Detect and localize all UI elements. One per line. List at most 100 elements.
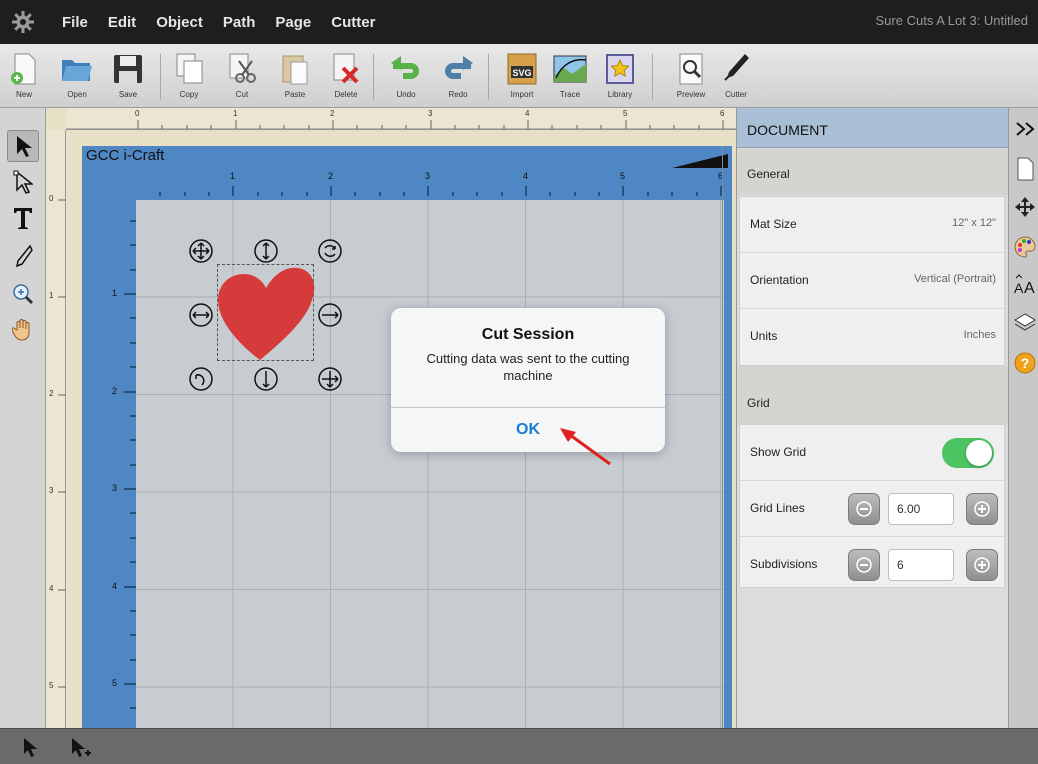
ruler-label: 2	[49, 389, 54, 398]
minus-icon	[856, 557, 872, 573]
menu-edit[interactable]: Edit	[108, 14, 136, 31]
redo-arrow-icon	[440, 50, 476, 88]
redo-button[interactable]: Redo	[436, 50, 480, 106]
hand-pan-icon[interactable]	[7, 314, 39, 346]
open-label: Open	[67, 90, 87, 99]
cut-button[interactable]: Cut	[220, 50, 264, 106]
delete-button[interactable]: Delete	[324, 50, 368, 106]
orientation-row[interactable]: Orientation Vertical (Portrait)	[740, 253, 1006, 309]
heart-shape[interactable]	[214, 262, 318, 366]
scale-all-handle-icon[interactable]	[317, 366, 343, 392]
scissors-icon	[224, 50, 260, 88]
mat-ruler-label: 2	[112, 386, 118, 396]
ruler-label: 5	[623, 109, 628, 118]
units-row[interactable]: Units Inches	[740, 309, 1006, 365]
scale-horizontal-handle-icon[interactable]	[188, 302, 214, 328]
grid-lines-row: Grid Lines 6.00	[740, 481, 1006, 537]
mat-orientation-marker	[672, 154, 728, 168]
subdivisions-decrement-button[interactable]	[848, 549, 880, 581]
trace-label: Trace	[559, 90, 581, 99]
plus-icon	[974, 501, 990, 517]
bottom-toolbar	[0, 728, 1038, 764]
ruler-label: 4	[525, 109, 530, 118]
preview-button[interactable]: Preview	[669, 50, 713, 106]
app-title: Sure Cuts A Lot 3: Untitled	[875, 13, 1028, 28]
menu-path[interactable]: Path	[223, 14, 256, 31]
select-arrow-icon[interactable]	[18, 735, 42, 759]
cut-label: Cut	[235, 90, 249, 99]
subdivisions-row: Subdivisions 6	[740, 537, 1006, 593]
panel-icon-strip: AA ?	[1008, 108, 1038, 728]
scale-right-handle-icon[interactable]	[317, 302, 343, 328]
general-label: General	[747, 167, 790, 181]
subdivisions-increment-button[interactable]	[966, 549, 998, 581]
cut-session-dialog: Cut Session Cutting data was sent to the…	[391, 308, 665, 452]
text-tool-icon[interactable]	[7, 202, 39, 234]
grid-lines-input[interactable]: 6.00	[888, 493, 954, 525]
subdivisions-label: Subdivisions	[750, 557, 818, 571]
mat-ruler-label: 2	[328, 171, 334, 181]
color-palette-icon[interactable]	[1012, 232, 1038, 262]
ruler-label: 0	[49, 194, 54, 203]
trace-button[interactable]: Trace	[548, 50, 592, 106]
knife-cutter-icon	[718, 50, 754, 88]
move-handle-icon[interactable]	[188, 238, 214, 264]
dialog-message: Cutting data was sent to the cutting mac…	[426, 351, 630, 383]
document-panel: DOCUMENT General Mat Size 12" x 12" Orie…	[736, 108, 1009, 728]
ruler-label: 1	[233, 109, 238, 118]
toolbar-divider	[488, 54, 489, 100]
settings-gear-icon[interactable]	[0, 0, 46, 44]
dialog-title: Cut Session	[481, 326, 575, 343]
grid-section-header: Grid	[737, 366, 1009, 424]
ruler-label: 2	[330, 109, 335, 118]
ok-button[interactable]: OK	[391, 408, 665, 452]
import-svg-button[interactable]: SVG Import	[500, 50, 544, 106]
new-button[interactable]: New	[2, 50, 46, 106]
mat-ruler-label: 5	[112, 678, 118, 688]
document-page-icon[interactable]	[1012, 154, 1038, 184]
text-size-icon[interactable]: AA	[1012, 270, 1038, 300]
collapse-panel-chevron-icon[interactable]	[1012, 114, 1038, 144]
zoom-magnifier-icon[interactable]	[7, 278, 39, 310]
menu-page[interactable]: Page	[275, 14, 311, 31]
mat-size-row[interactable]: Mat Size 12" x 12"	[740, 197, 1006, 253]
pen-tool-icon[interactable]	[7, 240, 39, 272]
menu-file[interactable]: File	[62, 14, 88, 31]
undo-button[interactable]: Undo	[384, 50, 428, 106]
ruler-label: 6	[720, 109, 725, 118]
save-button[interactable]: Save	[106, 50, 150, 106]
rotate-left-handle-icon[interactable]	[188, 366, 214, 392]
show-grid-toggle[interactable]	[942, 438, 994, 468]
help-question-icon[interactable]: ?	[1012, 348, 1038, 378]
mat-edge-line	[722, 146, 723, 728]
ruler-label: 1	[49, 291, 54, 300]
rotate-handle-icon[interactable]	[317, 238, 343, 264]
select-arrow-icon[interactable]	[7, 130, 39, 162]
open-button[interactable]: Open	[55, 50, 99, 106]
grid-lines-increment-button[interactable]	[966, 493, 998, 525]
copy-button[interactable]: Copy	[167, 50, 211, 106]
trace-landscape-icon	[552, 50, 588, 88]
subdivisions-input[interactable]: 6	[888, 549, 954, 581]
grid-lines-decrement-button[interactable]	[848, 493, 880, 525]
copy-icon	[171, 50, 207, 88]
node-edit-arrow-icon[interactable]	[7, 166, 39, 198]
layers-icon[interactable]	[1012, 308, 1038, 338]
menu-object[interactable]: Object	[156, 14, 203, 31]
paste-button[interactable]: Paste	[273, 50, 317, 106]
add-select-arrow-icon[interactable]	[68, 735, 92, 759]
menu-cutter[interactable]: Cutter	[331, 14, 375, 31]
left-ruler: 0 1 2 3 4 5	[46, 130, 66, 728]
mat-ruler-label: 1	[230, 171, 236, 181]
panel-title: DOCUMENT	[747, 122, 828, 138]
orientation-value: Vertical (Portrait)	[914, 273, 996, 285]
ruler-label: 3	[428, 109, 433, 118]
orientation-label: Orientation	[750, 273, 809, 287]
mat-ruler-label: 3	[425, 171, 431, 181]
scale-down-handle-icon[interactable]	[253, 366, 279, 392]
library-button[interactable]: Library	[598, 50, 642, 106]
library-label: Library	[607, 90, 633, 99]
cutter-button[interactable]: Cutter	[714, 50, 758, 106]
scale-vertical-handle-icon[interactable]	[253, 238, 279, 264]
transform-move-icon[interactable]	[1012, 192, 1038, 222]
